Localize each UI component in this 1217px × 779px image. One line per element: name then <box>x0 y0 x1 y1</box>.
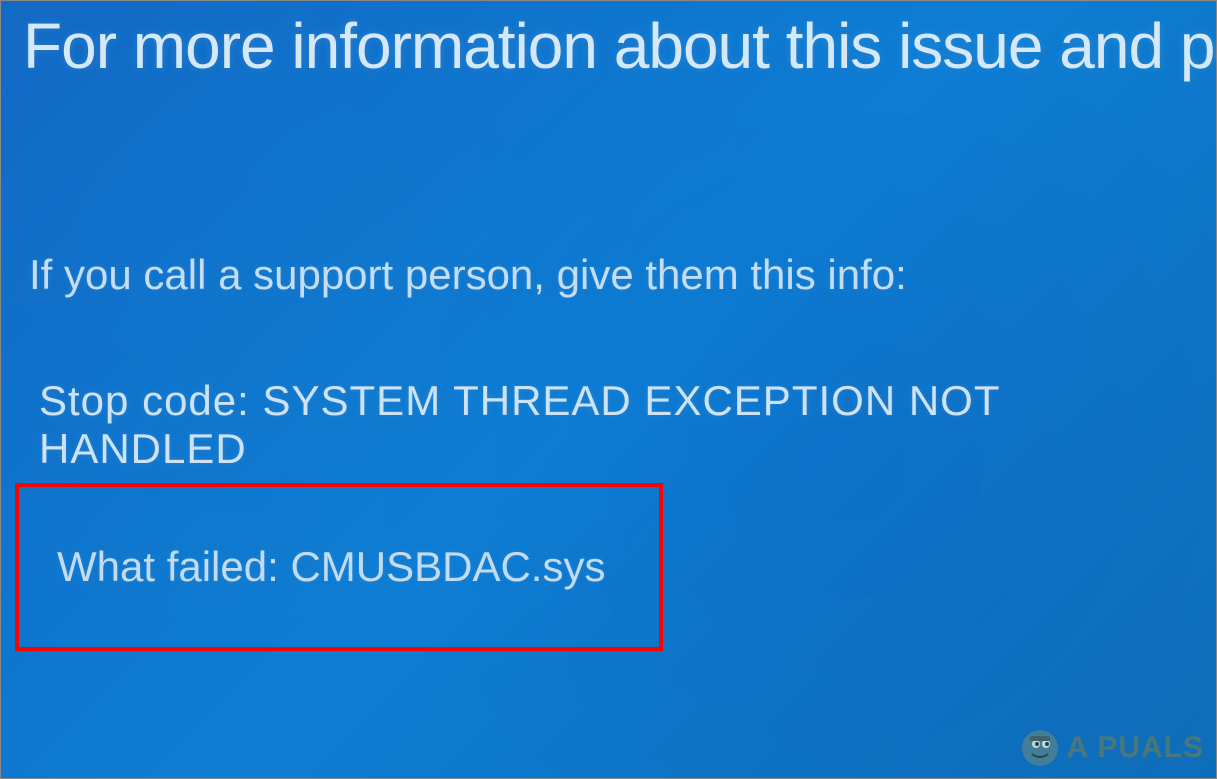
what-failed-line: What failed: CMUSBDAC.sys <box>57 543 605 591</box>
bsod-screen: For more information about this issue an… <box>1 1 1216 778</box>
support-instruction: If you call a support person, give them … <box>1 83 1216 299</box>
watermark-brand-text: A PUALS <box>1066 731 1204 765</box>
stop-code-line: Stop code: SYSTEM THREAD EXCEPTION NOT H… <box>1 299 1216 473</box>
what-failed-highlight-box: What failed: CMUSBDAC.sys <box>15 483 663 651</box>
what-failed-label: What failed: <box>57 543 279 590</box>
appuals-logo-icon <box>1020 728 1060 768</box>
bsod-headline: For more information about this issue an… <box>1 1 1216 83</box>
watermark: A PUALS <box>1020 728 1204 768</box>
stop-code-label: Stop code: <box>39 377 250 424</box>
what-failed-value: CMUSBDAC.sys <box>290 543 605 590</box>
